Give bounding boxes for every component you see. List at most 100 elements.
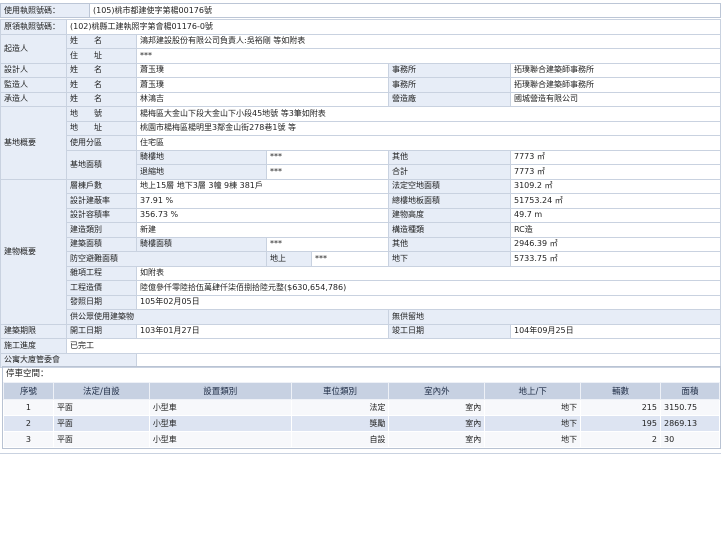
- parking-level: 地下: [484, 415, 582, 432]
- site-lot-label: 地 號: [66, 106, 137, 122]
- permit-number-text: (105)桃市都建使字第楊00176號: [93, 6, 212, 15]
- bldg-area-label: 建築面積: [66, 236, 137, 252]
- parking-category: 獎勵: [290, 415, 390, 432]
- parking-row: 3 平面 小型車 自設 室內 地下 2 30: [3, 431, 720, 448]
- designer-name-label: 姓 名: [66, 62, 137, 78]
- bldg-other-label: 其他: [388, 236, 511, 252]
- applicant-name-value: 鴻邦建設股份有限公司負責人:吳裕剛 等如附表: [136, 33, 721, 49]
- done-date-label: 竣工日期: [388, 323, 511, 339]
- parking-table: 序號 法定/自設 設置類別 車位類別 室內外 地上/下 輛數 面積 1 平面 小…: [3, 382, 720, 448]
- applicant-name-row: 起造人 姓 名 鴻邦建設股份有限公司負責人:吳裕剛 等如附表: [0, 33, 721, 64]
- col-header-level: 地上/下: [484, 382, 582, 400]
- bottom-divider: [0, 453, 721, 454]
- parking-category: 自設: [290, 431, 390, 448]
- structure-value: RC造: [510, 222, 721, 238]
- category-label: 建造類別: [66, 222, 137, 238]
- col-header-kind: 設置類別: [148, 382, 292, 400]
- site-retreat-label: 退縮地: [136, 164, 267, 180]
- designer-office-label: 事務所: [388, 62, 511, 78]
- start-date-value: 103年01月27日: [136, 323, 389, 339]
- parking-kind: 小型車: [148, 399, 292, 416]
- contractor-firm-label: 營造廠: [388, 91, 511, 107]
- col-header-indoor: 室內外: [388, 382, 486, 400]
- parking-type: 平面: [52, 399, 150, 416]
- col-header-no: 序號: [3, 382, 54, 400]
- applicant-address-label: 住 址: [66, 48, 137, 64]
- building-category-row: 建造類別 新建 構造種類 RC造: [1, 222, 721, 238]
- building-permit-label: 原領執照號碼：: [0, 19, 67, 35]
- site-total-value: 7773 ㎡: [510, 164, 721, 180]
- public-use-row: 供公眾使用建築物 無供留地: [1, 309, 721, 325]
- site-lot-value: 楊梅區大金山下段大金山下小段45地號 等3筆如附表: [136, 106, 721, 122]
- coverage-value: 37.91 %: [136, 193, 389, 209]
- permit-info-table: 原領執照號碼： (102)桃縣工建執照字第會楊01176-0號 起造人 姓 名 …: [0, 19, 721, 368]
- arcade-area-value: ***: [266, 236, 389, 252]
- site-arcade-value: ***: [266, 149, 389, 165]
- permit-number-label: 使用執照號碼：: [0, 3, 90, 18]
- supervisor-office-value: 拓璞聯合建築師事務所: [510, 77, 721, 93]
- parking-type: 平面: [52, 431, 150, 448]
- parking-category: 法定: [290, 399, 390, 416]
- done-date-value: 104年09月25日: [510, 323, 721, 339]
- supervisor-row: 監造人 姓 名 蕭玉璞 事務所 拓璞聯合建築師事務所: [0, 77, 721, 93]
- public-use-label: 供公眾使用建築物: [66, 309, 389, 325]
- height-value: 49.7 m: [510, 207, 721, 223]
- supervisor-name-label: 姓 名: [66, 77, 137, 93]
- shelter-row: 防空避難面積 地上 *** 地下 5733.75 ㎡: [1, 251, 721, 267]
- designer-name-value: 蕭玉璞: [136, 62, 389, 78]
- site-lot-row: 基地概要 地 號 楊梅區大金山下段大金山下小段45地號 等3筆如附表: [0, 106, 721, 180]
- building-floors-row: 建物概要 層棟戶數 地上15層 地下3層 3幢 9棟 381戶 法定空地面積 3…: [0, 178, 721, 325]
- site-address-value: 桃園市楊梅區楊明里3鄰金山街278巷1號 等: [136, 120, 721, 136]
- site-use-label: 使用分區: [66, 135, 137, 151]
- parking-indoor: 室內: [388, 399, 486, 416]
- parking-area: 3150.75: [660, 399, 720, 416]
- col-header-category: 車位類別: [290, 382, 390, 400]
- supervisor-section-label: 監造人: [0, 77, 67, 93]
- contractor-name-label: 姓 名: [66, 91, 137, 107]
- designer-office-value: 拓璞聯合建築師事務所: [510, 62, 721, 78]
- parking-indoor: 室內: [388, 415, 486, 432]
- parking-count: 215: [580, 399, 661, 416]
- legal-open-value: 3109.2 ㎡: [510, 178, 721, 194]
- legal-open-label: 法定空地面積: [388, 178, 511, 194]
- designer-row: 設計人 姓 名 蕭玉璞 事務所 拓璞聯合建築師事務所: [0, 62, 721, 78]
- applicant-section-label: 起造人: [0, 33, 67, 64]
- shelter-above-value: ***: [311, 251, 389, 267]
- status-row: 施工進度 已完工: [0, 338, 721, 354]
- site-area-label: 基地面積: [66, 149, 137, 180]
- site-use-row: 使用分區 住宅區: [1, 135, 721, 151]
- parking-count: 2: [580, 431, 661, 448]
- parking-no: 1: [3, 399, 54, 416]
- site-retreat-value: ***: [266, 164, 389, 180]
- building-permit-value: (102)桃縣工建執照字第會楊01176-0號: [66, 19, 721, 35]
- category-value: 新建: [136, 222, 389, 238]
- parking-row: 2 平面 小型車 獎勵 室內 地下 195 2869.13: [3, 415, 720, 432]
- issue-value: 105年02月05日: [136, 294, 721, 310]
- site-address-row: 地 址 桃園市楊梅區楊明里3鄰金山街278巷1號 等: [1, 120, 721, 136]
- height-label: 建物高度: [388, 207, 511, 223]
- site-arcade-label: 騎樓地: [136, 149, 267, 165]
- parking-header-row: 序號 法定/自設 設置類別 車位類別 室內外 地上/下 輛數 面積: [3, 382, 720, 400]
- parking-title: 停車空間：: [6, 369, 49, 379]
- status-label: 施工進度: [0, 338, 67, 354]
- no-open-label: 無供留地: [388, 309, 721, 325]
- floors-value: 地上15層 地下3層 3幢 9棟 381戶: [136, 178, 389, 194]
- contractor-name-value: 林鴻吉: [136, 91, 389, 107]
- applicant-name-label: 姓 名: [66, 33, 137, 49]
- misc-value: 如附表: [136, 265, 721, 281]
- parking-no: 3: [3, 431, 54, 448]
- parking-type: 平面: [52, 415, 150, 432]
- status-value: 已完工: [66, 338, 721, 354]
- total-floor-value: 51753.24 ㎡: [510, 193, 721, 209]
- building-section-label: 建物概要: [0, 178, 67, 325]
- far-label: 設計容積率: [66, 207, 137, 223]
- bldg-other-value: 2946.39 ㎡: [510, 236, 721, 252]
- contractor-section-label: 承造人: [0, 91, 67, 107]
- cost-label: 工程造價: [66, 280, 137, 296]
- col-header-area: 面積: [660, 382, 720, 400]
- site-area-row-1: 基地面積 騎樓地 *** 其他 7773 ㎡: [1, 149, 721, 180]
- parking-kind: 小型車: [148, 415, 292, 432]
- parking-row: 1 平面 小型車 法定 室內 地下 215 3150.75: [3, 399, 720, 416]
- designer-section-label: 設計人: [0, 62, 67, 78]
- shelter-above-label: 地上: [266, 251, 312, 267]
